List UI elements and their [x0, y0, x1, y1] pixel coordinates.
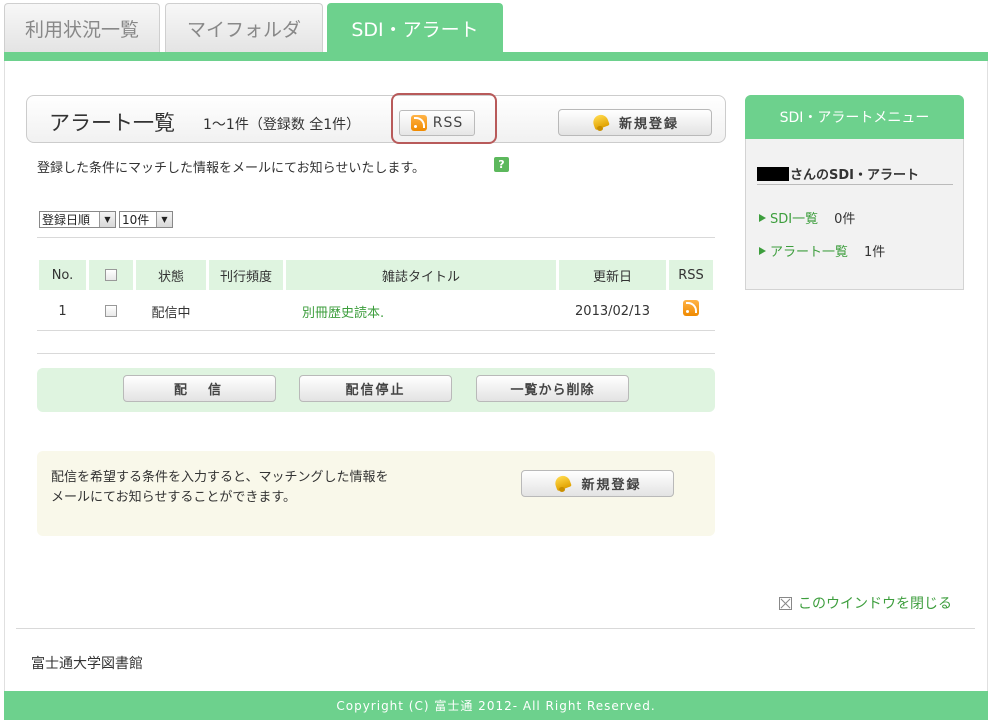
redacted-username: [757, 166, 789, 181]
column-header-updated: 更新日: [559, 260, 666, 290]
register-info-text: 配信を希望する条件を入力すると、マッチングした情報を メールにてお知らせすること…: [51, 468, 388, 508]
close-window-link[interactable]: このウインドウを閉じる: [779, 593, 952, 613]
sidebar-user-suffix: さんのSDI・アラート: [790, 168, 919, 183]
rss-icon: [410, 115, 427, 131]
close-icon: [779, 596, 792, 610]
tab-my-folder[interactable]: マイフォルダ: [165, 3, 323, 52]
result-count: 1～1件（登録数 全1件）: [203, 117, 361, 133]
column-header-select-all: [89, 260, 133, 290]
close-window-label: このウインドウを閉じる: [798, 596, 952, 612]
tab-label: 利用状況一覧: [24, 18, 139, 41]
select-all-checkbox[interactable]: [105, 269, 117, 281]
sidebar-item-label[interactable]: アラート一覧: [770, 241, 848, 260]
chevron-down-icon: ▼: [156, 212, 172, 227]
new-register-label: 新規登録: [581, 478, 642, 493]
row-updated: 2013/02/13: [575, 303, 650, 319]
deliver-label: 配 信: [173, 383, 225, 398]
sidebar-title: SDI・アラートメニュー: [745, 95, 964, 139]
sidebar-item-label[interactable]: SDI一覧: [770, 208, 818, 227]
sort-order-select[interactable]: 登録日順 ▼: [39, 211, 116, 228]
sdi-alert-menu: SDI・アラートメニュー さんのSDI・アラート SDI一覧 0件 アラート一覧…: [745, 95, 964, 290]
help-icon[interactable]: ?: [494, 157, 509, 172]
organization-name: 富士通大学図書館: [31, 656, 143, 672]
register-info-line: 配信を希望する条件を入力すると、マッチングした情報を: [51, 470, 389, 485]
row-rss-link[interactable]: [669, 293, 713, 323]
bell-icon: [591, 114, 611, 132]
rss-icon: [683, 300, 699, 316]
action-bar: 配 信 配信停止 一覧から削除: [37, 368, 715, 412]
delete-from-list-label: 一覧から削除: [510, 383, 595, 398]
tab-usage-list[interactable]: 利用状況一覧: [4, 3, 160, 52]
tab-bar: 利用状況一覧 マイフォルダ SDI・アラート: [0, 0, 990, 52]
tab-label: マイフォルダ: [186, 18, 301, 41]
new-register-button-bottom[interactable]: 新規登録: [521, 470, 674, 497]
sidebar-item-alert-list[interactable]: アラート一覧 1件: [759, 241, 885, 260]
column-header-status: 状態: [136, 260, 206, 290]
rss-button[interactable]: RSS: [399, 110, 475, 136]
triangle-right-icon: [759, 213, 766, 222]
new-register-label: 新規登録: [618, 117, 679, 132]
divider: [37, 237, 715, 238]
stop-delivery-button[interactable]: 配信停止: [299, 375, 452, 402]
stop-delivery-label: 配信停止: [345, 383, 406, 398]
new-register-button[interactable]: 新規登録: [558, 109, 712, 136]
chevron-down-icon: ▼: [99, 212, 115, 227]
sidebar-item-count: 0件: [834, 212, 856, 227]
alert-list-header: アラート一覧 1～1件（登録数 全1件） RSS 新規登録: [26, 93, 726, 144]
register-info-box: 配信を希望する条件を入力すると、マッチングした情報を メールにてお知らせすること…: [37, 451, 715, 536]
per-page-select[interactable]: 10件 ▼: [119, 211, 173, 228]
row-select-cell: [89, 296, 133, 326]
row-frequency: [209, 296, 283, 326]
footer-copyright: Copyright (C) 富士通 2012- All Right Reserv…: [4, 691, 988, 720]
tab-label: SDI・アラート: [351, 18, 479, 41]
sidebar-item-count: 1件: [864, 245, 886, 260]
column-header-frequency: 刊行頻度: [209, 260, 283, 290]
tab-sdi-alert[interactable]: SDI・アラート: [327, 3, 503, 52]
sidebar-item-sdi-list[interactable]: SDI一覧 0件: [759, 208, 855, 227]
sidebar-user-heading: さんのSDI・アラート: [757, 163, 953, 185]
register-info-line: メールにてお知らせすることができます。: [51, 490, 297, 505]
row-no: 1: [58, 303, 67, 319]
tab-underline-bar: [4, 52, 988, 61]
rss-button-label: RSS: [432, 115, 464, 131]
bell-icon: [553, 475, 573, 493]
row-status: 配信中: [151, 305, 191, 321]
per-page-value: 10件: [122, 213, 150, 227]
page-title: アラート一覧: [49, 111, 175, 135]
column-header-journal-title: 雑誌タイトル: [286, 260, 556, 290]
footer-divider: [16, 628, 975, 629]
sort-order-value: 登録日順: [42, 213, 91, 227]
column-header-no: No.: [39, 260, 86, 290]
row-journal-title-link[interactable]: 別冊歴史読本.: [286, 296, 446, 326]
delete-from-list-button[interactable]: 一覧から削除: [476, 375, 629, 402]
table-bottom-line: [37, 330, 715, 331]
page-description: 登録した条件にマッチした情報をメールにてお知らせいたします。: [37, 161, 426, 176]
row-checkbox[interactable]: [105, 305, 117, 317]
deliver-button[interactable]: 配 信: [123, 375, 276, 402]
column-header-rss: RSS: [669, 260, 713, 290]
triangle-right-icon: [759, 246, 766, 255]
divider: [37, 353, 715, 354]
